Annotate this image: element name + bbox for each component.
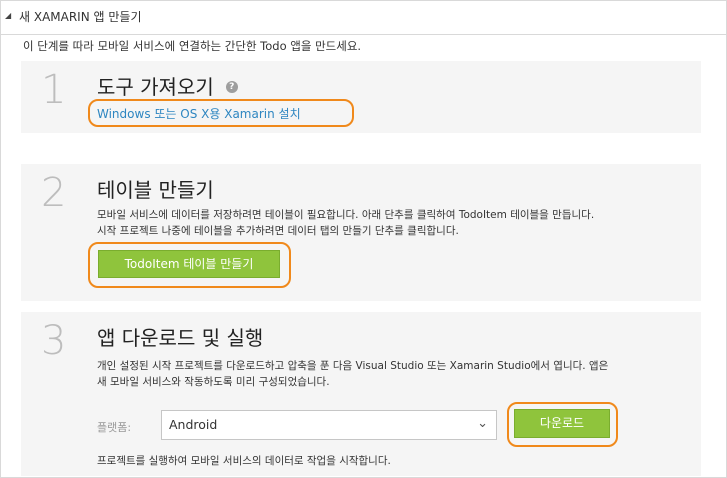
create-todoitem-table-button[interactable]: TodoItem 테이블 만들기 — [98, 250, 280, 278]
step-3-title: 앱 다운로드 및 실행 — [97, 326, 264, 350]
step-2-desc-line1: 모바일 서비스에 데이터를 저장하려면 테이블이 필요합니다. 아래 단추를 클… — [97, 209, 595, 221]
chevron-down-icon: ⌄ — [477, 416, 488, 431]
intro-text: 이 단계를 따라 모바일 서비스에 연결하는 간단한 Todo 앱을 만드세요. — [23, 39, 362, 53]
collapse-triangle-icon[interactable]: ◢ — [5, 11, 11, 20]
step-3-note: 프로젝트를 실행하여 모바일 서비스의 데이터로 작업을 시작합니다. — [97, 455, 391, 467]
platform-select[interactable]: Android ⌄ — [161, 410, 497, 440]
platform-select-value: Android — [169, 417, 218, 432]
section-header[interactable]: ◢ 새 XAMARIN 앱 만들기 — [1, 1, 726, 35]
step-3-desc-line1: 개인 설정된 시작 프로젝트를 다운로드하고 압축을 푼 다음 Visual S… — [97, 360, 609, 372]
step-2-title: 테이블 만들기 — [97, 178, 214, 202]
step-2-panel: 2 테이블 만들기 모바일 서비스에 데이터를 저장하려면 테이블이 필요합니다… — [21, 164, 701, 301]
step-1-title: 도구 가져오기? — [97, 71, 238, 100]
step-3-panel: 3 앱 다운로드 및 실행 개인 설정된 시작 프로젝트를 다운로드하고 압축을… — [21, 312, 701, 476]
step-1-title-text: 도구 가져오기 — [97, 75, 214, 99]
download-button[interactable]: 다운로드 — [514, 409, 610, 438]
step-3-desc-line2: 새 모바일 서비스와 작동하도록 미리 구성되었습니다. — [97, 376, 330, 388]
install-xamarin-link[interactable]: Windows 또는 OS X용 Xamarin 설치 — [97, 105, 301, 122]
step-1-number: 1 — [41, 67, 67, 113]
step-2-number: 2 — [41, 170, 67, 216]
step-1-panel: 1 도구 가져오기? Windows 또는 OS X용 Xamarin 설치 — [21, 61, 701, 133]
create-app-frame: ◢ 새 XAMARIN 앱 만들기 이 단계를 따라 모바일 서비스에 연결하는… — [0, 0, 727, 478]
step-3-number: 3 — [41, 318, 67, 364]
help-icon[interactable]: ? — [225, 80, 238, 93]
platform-label: 플랫폼: — [97, 421, 132, 434]
section-title: 새 XAMARIN 앱 만들기 — [19, 10, 142, 24]
step-2-desc-line2: 시작 프로젝트 나중에 테이블을 추가하려면 데이터 탭의 만들기 단추를 클릭… — [97, 225, 459, 237]
